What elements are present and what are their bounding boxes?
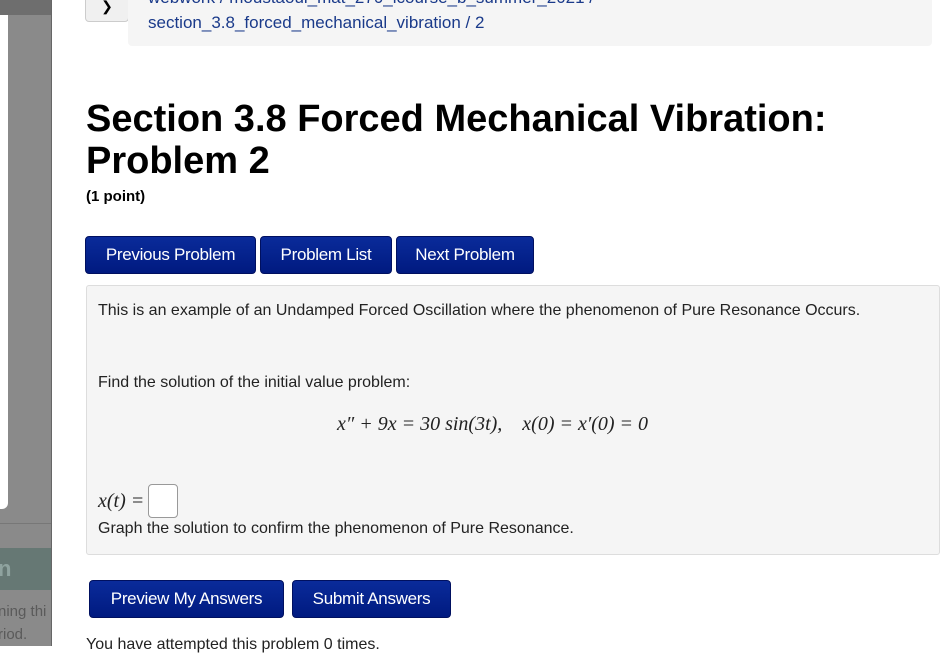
page-title: Section 3.8 Forced Mechanical Vibration:… (86, 98, 827, 182)
divider (0, 523, 51, 524)
preview-answers-button[interactable]: Preview My Answers (89, 580, 284, 618)
attempts-text: You have attempted this problem 0 times. (86, 636, 380, 653)
answer-label: x(t) = (98, 489, 145, 512)
sidebar-text: ning thi (0, 603, 47, 620)
next-problem-button[interactable]: Next Problem (396, 236, 534, 274)
background-sidebar-overlay: n ning thi riod. (0, 0, 52, 646)
problem-list-button[interactable]: Problem List (260, 236, 392, 274)
sidebar-top (0, 0, 51, 15)
problem-points: (1 point) (86, 188, 146, 205)
submit-answers-button[interactable]: Submit Answers (292, 580, 451, 618)
sidebar-card (0, 15, 8, 509)
equation: x″ + 9x = 30 sin(3t), x(0) = x′(0) = 0 (337, 413, 649, 435)
answer-input[interactable] (148, 484, 179, 518)
sidebar-text: riod. (0, 626, 28, 643)
problem-instruction: Find the solution of the initial value p… (98, 374, 411, 391)
breadcrumb-path[interactable]: webwork / moustaoui_mat_270_lcourse_b_su… (148, 0, 594, 8)
breadcrumb-path[interactable]: section_3.8_forced_mechanical_vibration … (148, 13, 484, 33)
problem-body: This is an example of an Undamped Forced… (86, 285, 940, 555)
previous-problem-button[interactable]: Previous Problem (85, 236, 256, 274)
sidebar-band: n (0, 548, 51, 590)
breadcrumb: webwork / moustaoui_mat_270_lcourse_b_su… (128, 0, 932, 46)
problem-followup: Graph the solution to confirm the phenom… (98, 520, 574, 537)
chevron-right-icon: ❯ (101, 0, 113, 14)
problem-intro: This is an example of an Undamped Forced… (98, 302, 861, 319)
back-button[interactable]: ❯ (85, 0, 129, 22)
